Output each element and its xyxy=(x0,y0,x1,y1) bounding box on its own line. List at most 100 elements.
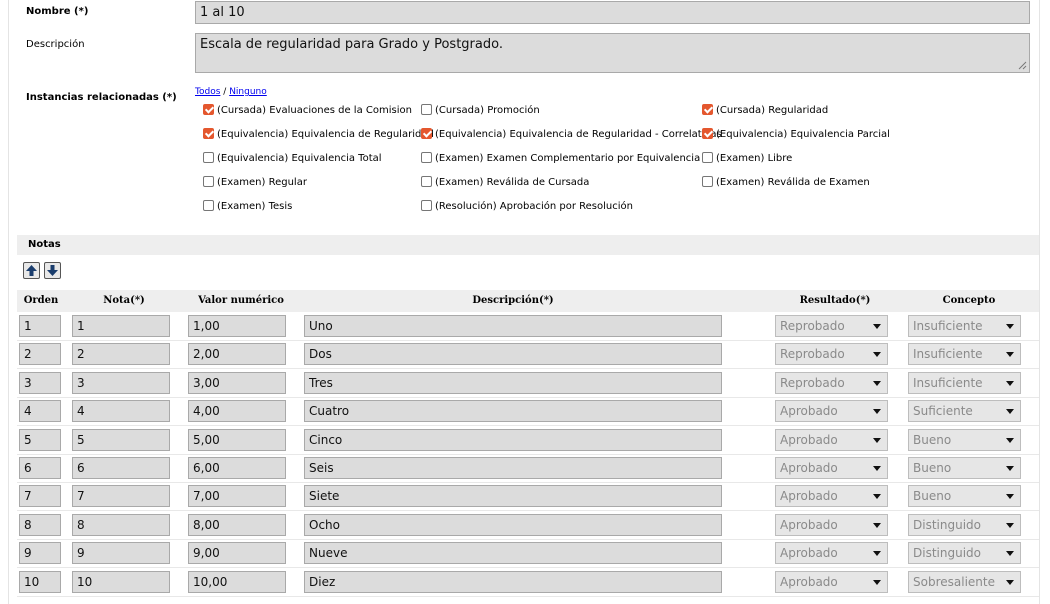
checkbox[interactable] xyxy=(702,128,713,139)
descripcion-input[interactable]: Nueve xyxy=(304,542,722,564)
instancia-item[interactable]: (Examen) Reválida de Examen xyxy=(702,176,870,190)
orden-input[interactable]: 8 xyxy=(19,514,61,536)
instancia-item[interactable]: (Examen) Regular xyxy=(203,176,307,190)
descripcion-input[interactable]: Cuatro xyxy=(304,400,722,422)
valor-input[interactable]: 6,00 xyxy=(188,457,286,479)
concepto-select[interactable]: Sobresaliente xyxy=(908,571,1021,593)
orden-input[interactable]: 4 xyxy=(19,400,61,422)
nota-input[interactable]: 4 xyxy=(72,400,170,422)
nota-input[interactable]: 8 xyxy=(72,514,170,536)
instancia-item[interactable]: (Equivalencia) Equivalencia de Regularid… xyxy=(421,128,722,142)
orden-input[interactable]: 1 xyxy=(19,315,61,337)
concepto-select[interactable]: Bueno xyxy=(908,457,1021,479)
concepto-select[interactable]: Suficiente xyxy=(908,400,1021,422)
valor-input[interactable]: 7,00 xyxy=(188,485,286,507)
descripcion-textarea[interactable]: Escala de regularidad para Grado y Postg… xyxy=(195,33,1030,73)
instancia-item[interactable]: (Equivalencia) Equivalencia de Regularid… xyxy=(203,128,434,142)
checkbox[interactable] xyxy=(203,200,214,211)
nota-input[interactable]: 3 xyxy=(72,372,170,394)
move-down-button[interactable] xyxy=(44,262,61,279)
resultado-select[interactable]: Aprobado xyxy=(775,571,888,593)
concepto-select[interactable]: Bueno xyxy=(908,485,1021,507)
orden-input[interactable]: 6 xyxy=(19,457,61,479)
checkbox[interactable] xyxy=(203,104,214,115)
concepto-select[interactable]: Bueno xyxy=(908,429,1021,451)
instancia-item[interactable]: (Examen) Libre xyxy=(702,152,792,166)
nota-input[interactable]: 2 xyxy=(72,343,170,365)
valor-input[interactable]: 3,00 xyxy=(188,372,286,394)
valor-input[interactable]: 5,00 xyxy=(188,429,286,451)
checkbox[interactable] xyxy=(203,152,214,163)
instancia-label: (Equivalencia) Equivalencia de Regularid… xyxy=(435,129,722,140)
instancia-item[interactable]: (Examen) Tesis xyxy=(203,200,292,214)
descripcion-input[interactable]: Seis xyxy=(304,457,722,479)
orden-input[interactable]: 9 xyxy=(19,542,61,564)
instancia-item[interactable]: (Equivalencia) Equivalencia Parcial xyxy=(702,128,890,142)
valor-input[interactable]: 8,00 xyxy=(188,514,286,536)
valor-input[interactable]: 4,00 xyxy=(188,400,286,422)
checkbox[interactable] xyxy=(702,176,713,187)
concepto-select[interactable]: Insuficiente xyxy=(908,315,1021,337)
table-row: 7 7 7,00 Siete Aprobado Bueno xyxy=(17,483,1039,511)
nota-input[interactable]: 1 xyxy=(72,315,170,337)
orden-input[interactable]: 3 xyxy=(19,372,61,394)
checkbox[interactable] xyxy=(702,152,713,163)
concepto-select[interactable]: Distinguido xyxy=(908,542,1021,564)
descripcion-input[interactable]: Dos xyxy=(304,343,722,365)
nota-input[interactable]: 9 xyxy=(72,542,170,564)
concepto-select[interactable]: Distinguido xyxy=(908,514,1021,536)
descripcion-input[interactable]: Siete xyxy=(304,485,722,507)
orden-input[interactable]: 2 xyxy=(19,343,61,365)
checkbox[interactable] xyxy=(702,104,713,115)
valor-input[interactable]: 9,00 xyxy=(188,542,286,564)
resultado-select[interactable]: Aprobado xyxy=(775,485,888,507)
checkbox[interactable] xyxy=(203,128,214,139)
descripcion-input[interactable]: Tres xyxy=(304,372,722,394)
instancia-label: (Equivalencia) Equivalencia de Regularid… xyxy=(217,129,434,140)
checkbox[interactable] xyxy=(421,176,432,187)
instancia-item[interactable]: (Equivalencia) Equivalencia Total xyxy=(203,152,382,166)
descripcion-input[interactable]: Cinco xyxy=(304,429,722,451)
resultado-select[interactable]: Reprobado xyxy=(775,315,888,337)
valor-input[interactable]: 2,00 xyxy=(188,343,286,365)
descripcion-input[interactable]: Ocho xyxy=(304,514,722,536)
instancia-item[interactable]: (Examen) Reválida de Cursada xyxy=(421,176,589,190)
checkbox[interactable] xyxy=(421,152,432,163)
valor-input[interactable]: 1,00 xyxy=(188,315,286,337)
resultado-select[interactable]: Aprobado xyxy=(775,457,888,479)
instancia-item[interactable]: (Cursada) Evaluaciones de la Comision xyxy=(203,104,412,118)
move-up-button[interactable] xyxy=(23,262,40,279)
instancia-item[interactable]: (Cursada) Promoción xyxy=(421,104,540,118)
resultado-select[interactable]: Aprobado xyxy=(775,429,888,451)
orden-input[interactable]: 10 xyxy=(19,571,61,593)
orden-input[interactable]: 7 xyxy=(19,485,61,507)
checkbox[interactable] xyxy=(203,176,214,187)
descripcion-input[interactable]: Uno xyxy=(304,315,722,337)
checkbox[interactable] xyxy=(421,104,432,115)
orden-input[interactable]: 5 xyxy=(19,429,61,451)
concepto-select[interactable]: Insuficiente xyxy=(908,343,1021,365)
nota-input[interactable]: 7 xyxy=(72,485,170,507)
resultado-select[interactable]: Aprobado xyxy=(775,542,888,564)
instancia-label: (Resolución) Aprobación por Resolución xyxy=(435,201,633,212)
table-row: 2 2 2,00 Dos Reprobado Insuficiente xyxy=(17,341,1039,369)
descripcion-input[interactable]: Diez xyxy=(304,571,722,593)
todos-link[interactable]: Todos xyxy=(195,87,220,97)
nota-input[interactable]: 10 xyxy=(72,571,170,593)
checkbox[interactable] xyxy=(421,200,432,211)
resize-grip-icon[interactable] xyxy=(1018,61,1027,70)
nombre-input[interactable]: 1 al 10 xyxy=(195,1,1030,24)
instancia-item[interactable]: (Examen) Examen Complementario por Equiv… xyxy=(421,152,700,166)
ninguno-link[interactable]: Ninguno xyxy=(229,87,267,97)
resultado-select[interactable]: Reprobado xyxy=(775,343,888,365)
instancia-item[interactable]: (Resolución) Aprobación por Resolución xyxy=(421,200,633,214)
resultado-select[interactable]: Reprobado xyxy=(775,372,888,394)
checkbox[interactable] xyxy=(421,128,432,139)
valor-input[interactable]: 10,00 xyxy=(188,571,286,593)
nota-input[interactable]: 5 xyxy=(72,429,170,451)
resultado-select[interactable]: Aprobado xyxy=(775,400,888,422)
instancia-item[interactable]: (Cursada) Regularidad xyxy=(702,104,828,118)
resultado-select[interactable]: Aprobado xyxy=(775,514,888,536)
concepto-select[interactable]: Insuficiente xyxy=(908,372,1021,394)
nota-input[interactable]: 6 xyxy=(72,457,170,479)
